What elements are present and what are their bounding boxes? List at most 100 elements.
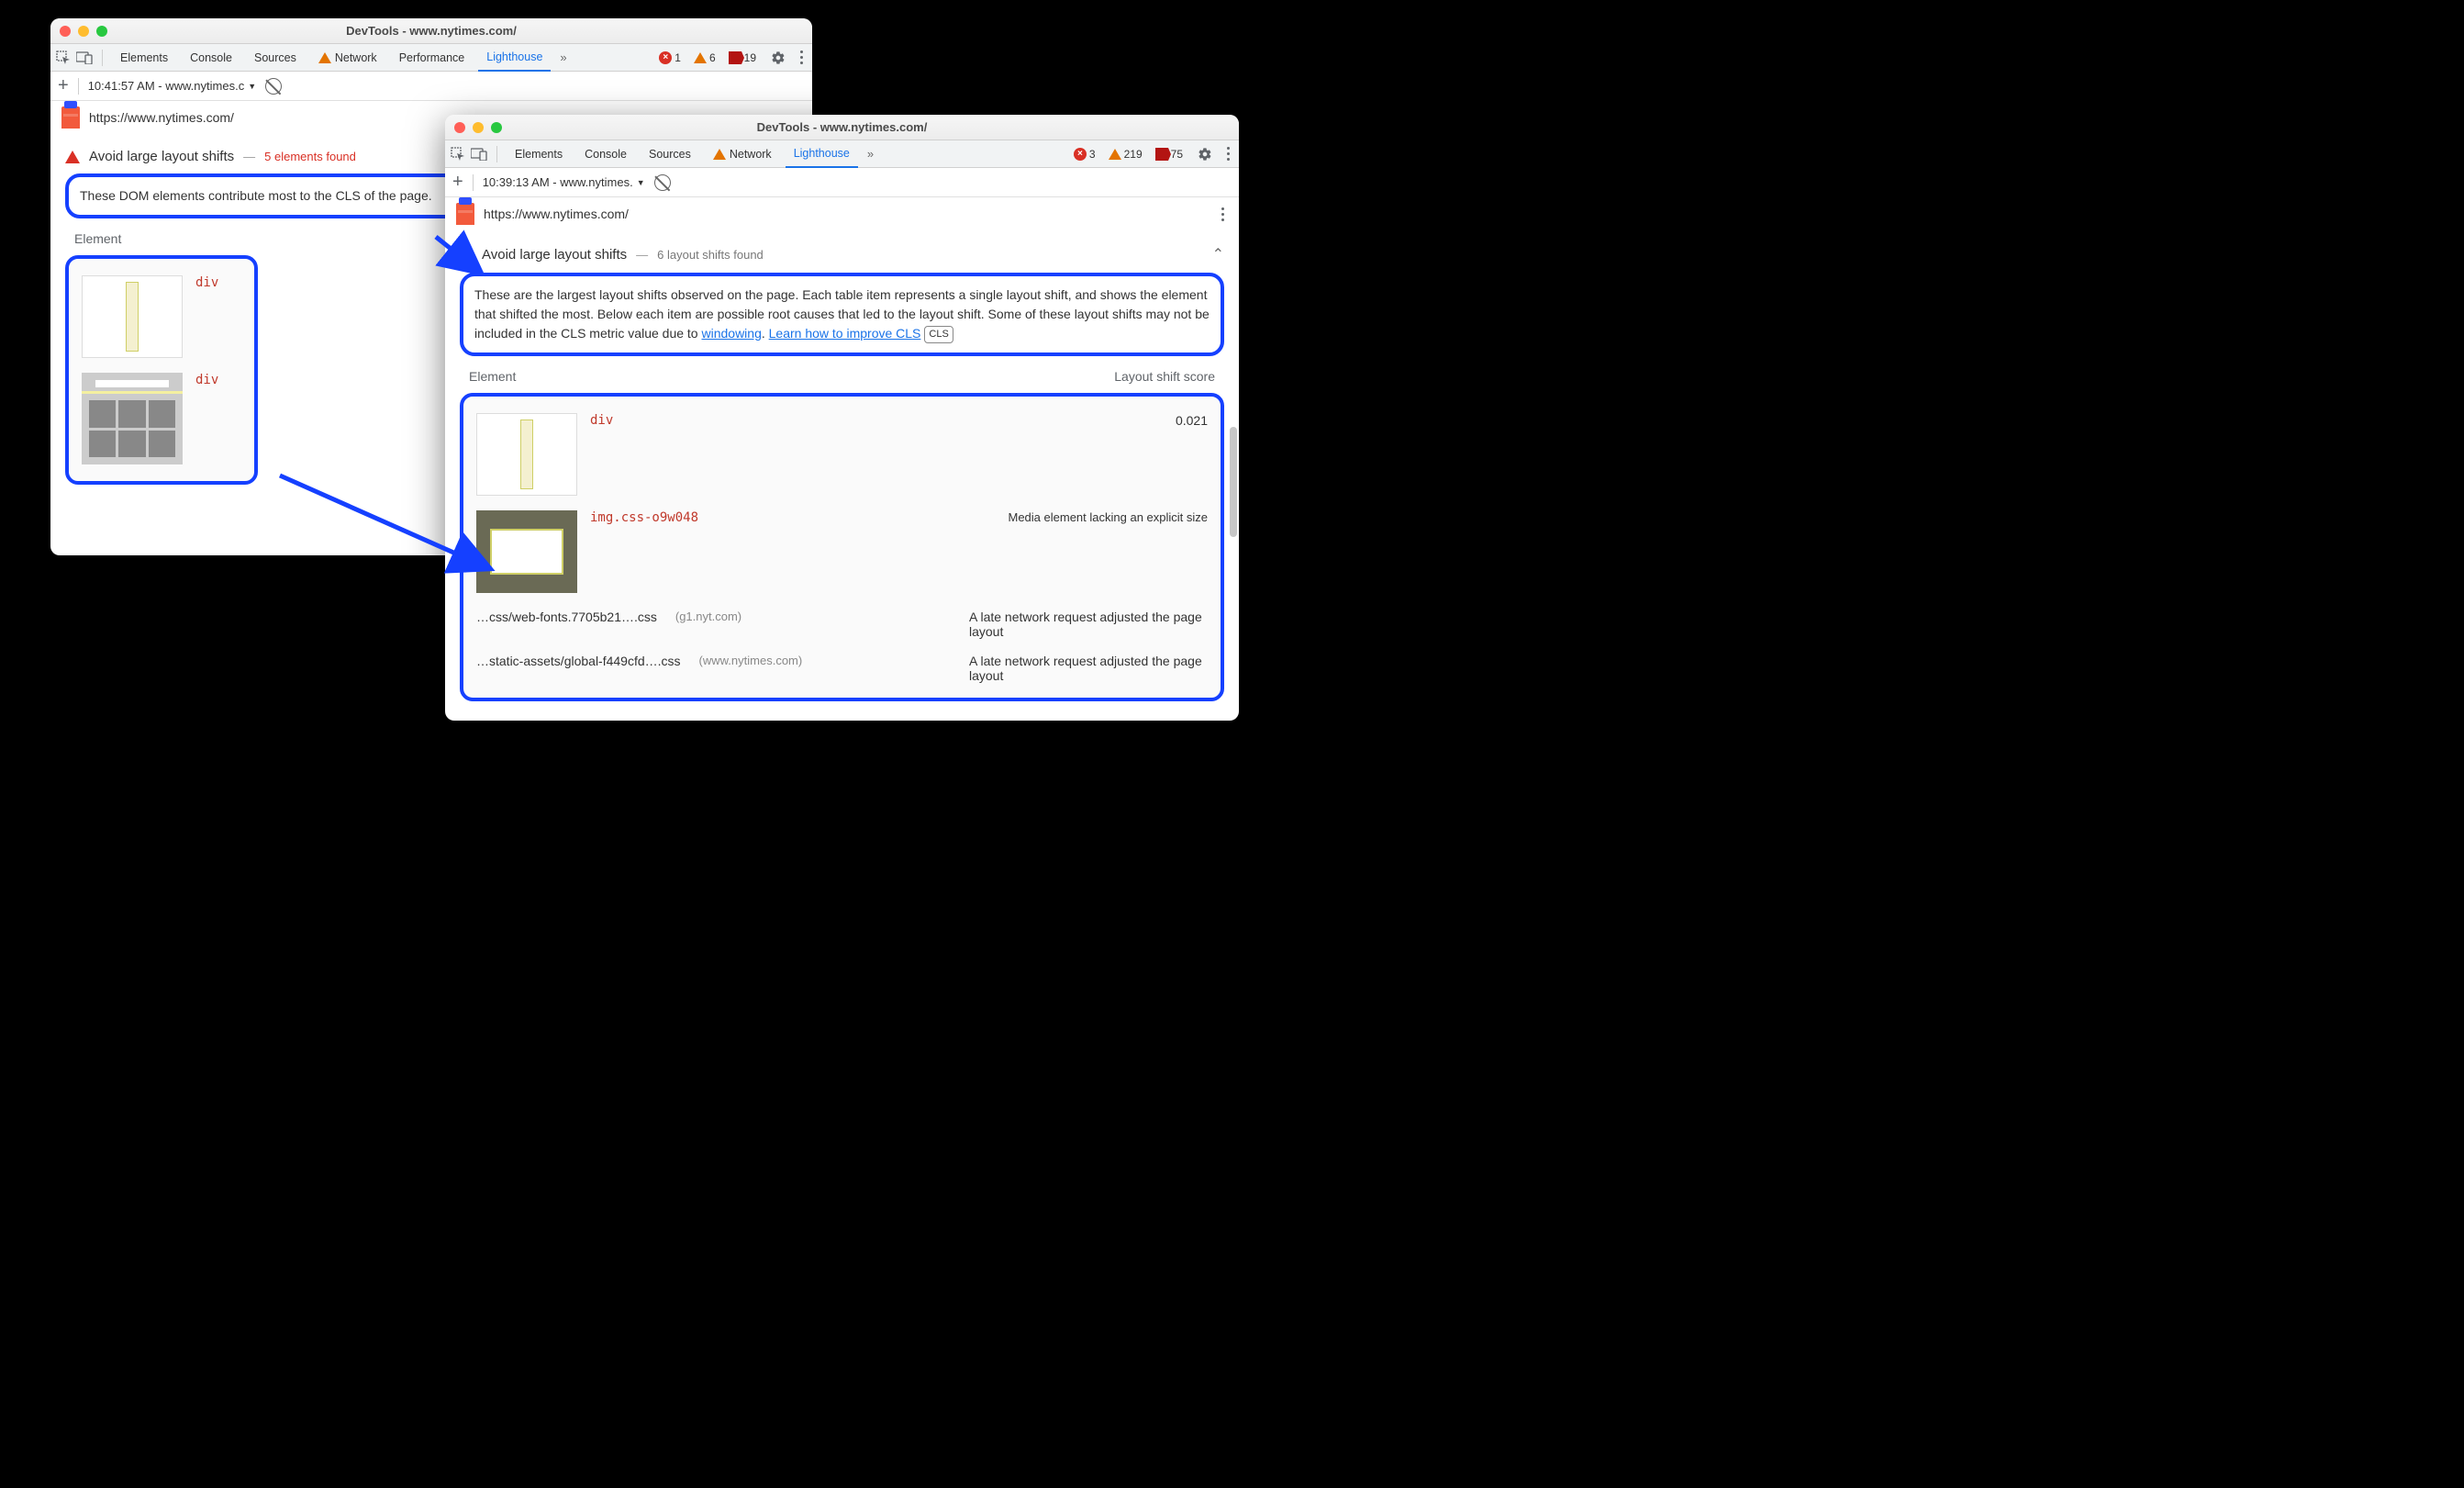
report-menu-icon[interactable] bbox=[1218, 204, 1228, 225]
tab-network[interactable]: Network bbox=[705, 140, 780, 168]
neutral-icon bbox=[460, 248, 473, 261]
tab-lighthouse[interactable]: Lighthouse bbox=[786, 140, 858, 168]
close-icon[interactable] bbox=[60, 26, 71, 37]
traffic-lights bbox=[60, 26, 107, 37]
tab-console[interactable]: Console bbox=[182, 44, 240, 72]
clear-icon[interactable] bbox=[265, 78, 282, 95]
minimize-icon[interactable] bbox=[78, 26, 89, 37]
tab-performance[interactable]: Performance bbox=[391, 44, 474, 72]
audit-count: 5 elements found bbox=[264, 150, 356, 163]
inspect-icon[interactable] bbox=[56, 50, 71, 65]
error-badge[interactable]: ×1 bbox=[655, 51, 685, 64]
separator: — bbox=[636, 248, 648, 262]
audit-description: These are the largest layout shifts obse… bbox=[460, 273, 1224, 356]
tab-elements[interactable]: Elements bbox=[507, 140, 571, 168]
element-selector: div bbox=[590, 413, 613, 428]
report-content: Avoid large layout shifts — 6 layout shi… bbox=[445, 230, 1239, 721]
issues-badge[interactable]: 19 bbox=[725, 51, 760, 64]
titlebar: DevTools - www.nytimes.com/ bbox=[445, 115, 1239, 140]
element-selector: div bbox=[195, 373, 218, 387]
zoom-icon[interactable] bbox=[96, 26, 107, 37]
lighthouse-subbar: + 10:41:57 AM - www.nytimes.c▼ bbox=[50, 72, 812, 101]
element-thumbnail bbox=[82, 275, 183, 358]
devtools-window-right: DevTools - www.nytimes.com/ Elements Con… bbox=[445, 115, 1239, 721]
warning-icon bbox=[713, 149, 726, 160]
tab-sources[interactable]: Sources bbox=[246, 44, 305, 72]
lighthouse-subbar: + 10:39:13 AM - www.nytimes.▼ bbox=[445, 168, 1239, 197]
report-dropdown[interactable]: 10:41:57 AM - www.nytimes.c▼ bbox=[88, 79, 256, 93]
titlebar: DevTools - www.nytimes.com/ bbox=[50, 18, 812, 44]
traffic-lights bbox=[454, 122, 502, 133]
more-icon[interactable] bbox=[797, 47, 807, 68]
audit-title: Avoid large layout shifts bbox=[482, 247, 627, 263]
device-toggle-icon[interactable] bbox=[471, 148, 487, 161]
tabs-overflow-icon[interactable]: » bbox=[864, 147, 877, 161]
warning-icon bbox=[1109, 149, 1121, 160]
issue-icon bbox=[1155, 148, 1168, 161]
cause-file[interactable]: …static-assets/global-f449cfd….css bbox=[476, 654, 681, 683]
column-element: Element bbox=[469, 369, 516, 384]
warning-icon bbox=[694, 52, 707, 63]
zoom-icon[interactable] bbox=[491, 122, 502, 133]
window-title: DevTools - www.nytimes.com/ bbox=[445, 120, 1239, 134]
lighthouse-logo-icon bbox=[456, 203, 474, 225]
windowing-link[interactable]: windowing bbox=[701, 326, 761, 341]
close-icon[interactable] bbox=[454, 122, 465, 133]
warning-badge[interactable]: 6 bbox=[690, 51, 719, 64]
fail-icon bbox=[65, 151, 80, 163]
cause-reason: A late network request adjusted the page… bbox=[969, 654, 1208, 683]
warning-badge[interactable]: 219 bbox=[1105, 148, 1146, 161]
element-selector: img.css-o9w048 bbox=[590, 510, 698, 525]
page-url: https://www.nytimes.com/ bbox=[89, 110, 234, 125]
new-report-icon[interactable]: + bbox=[58, 75, 69, 96]
clear-icon[interactable] bbox=[654, 174, 671, 191]
url-bar: https://www.nytimes.com/ bbox=[445, 197, 1239, 230]
table-row[interactable]: div bbox=[78, 365, 245, 472]
element-list: div div bbox=[65, 255, 258, 485]
table-header: Element Layout shift score bbox=[460, 356, 1224, 393]
cause-row: …static-assets/global-f449cfd….css (www.… bbox=[473, 644, 1211, 688]
issues-badge[interactable]: 75 bbox=[1152, 148, 1187, 161]
inspect-icon[interactable] bbox=[451, 147, 465, 162]
cause-file[interactable]: …css/web-fonts.7705b21….css bbox=[476, 610, 657, 639]
page-url: https://www.nytimes.com/ bbox=[484, 207, 629, 221]
column-element: Element bbox=[74, 231, 121, 246]
cause-row: …css/web-fonts.7705b21….css (g1.nyt.com)… bbox=[473, 600, 1211, 644]
table-row[interactable]: div 0.021 bbox=[473, 406, 1211, 503]
table-row[interactable]: img.css-o9w048 Media element lacking an … bbox=[473, 503, 1211, 600]
tab-lighthouse[interactable]: Lighthouse bbox=[478, 44, 551, 72]
cause-reason: A late network request adjusted the page… bbox=[969, 610, 1208, 639]
table-row[interactable]: div bbox=[78, 268, 245, 365]
report-dropdown[interactable]: 10:39:13 AM - www.nytimes.▼ bbox=[483, 175, 645, 189]
tab-sources[interactable]: Sources bbox=[641, 140, 699, 168]
cause-domain: (g1.nyt.com) bbox=[675, 610, 741, 639]
element-thumbnail bbox=[476, 510, 577, 593]
tab-console[interactable]: Console bbox=[576, 140, 635, 168]
layout-shift-score: 0.021 bbox=[1176, 413, 1208, 428]
tab-elements[interactable]: Elements bbox=[112, 44, 176, 72]
scrollbar-thumb[interactable] bbox=[1230, 427, 1237, 537]
device-toggle-icon[interactable] bbox=[76, 51, 93, 64]
element-thumbnail bbox=[82, 373, 183, 464]
audit-header[interactable]: Avoid large layout shifts — 6 layout shi… bbox=[460, 240, 1224, 273]
root-cause: Media element lacking an explicit size bbox=[1009, 510, 1209, 524]
learn-cls-link[interactable]: Learn how to improve CLS bbox=[769, 326, 921, 341]
gear-icon[interactable] bbox=[1192, 147, 1218, 162]
minimize-icon[interactable] bbox=[473, 122, 484, 133]
warning-icon bbox=[318, 52, 331, 63]
element-thumbnail bbox=[476, 413, 577, 496]
error-icon: × bbox=[659, 51, 672, 64]
new-report-icon[interactable]: + bbox=[452, 172, 463, 193]
window-title: DevTools - www.nytimes.com/ bbox=[50, 24, 812, 38]
element-detail: div 0.021 img.css-o9w048 Media element l… bbox=[460, 393, 1224, 701]
separator: — bbox=[243, 150, 255, 163]
issue-icon bbox=[729, 51, 741, 64]
more-icon[interactable] bbox=[1223, 143, 1233, 164]
gear-icon[interactable] bbox=[765, 50, 791, 65]
tabs-overflow-icon[interactable]: » bbox=[556, 50, 570, 64]
cause-domain: (www.nytimes.com) bbox=[699, 654, 803, 683]
audit-count: 6 layout shifts found bbox=[657, 248, 764, 262]
error-badge[interactable]: ×3 bbox=[1070, 148, 1099, 161]
tab-network[interactable]: Network bbox=[310, 44, 385, 72]
chevron-up-icon[interactable]: ⌃ bbox=[1212, 245, 1224, 263]
